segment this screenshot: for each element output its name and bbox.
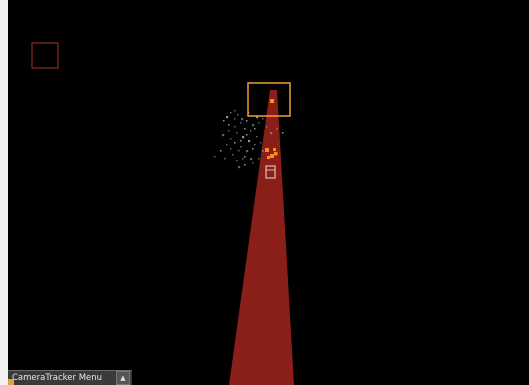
cloud-point — [258, 158, 260, 160]
reference-marker-box[interactable] — [31, 42, 59, 69]
3d-viewport[interactable]: CameraTracker Menu ▲ — [8, 0, 529, 385]
cloud-point — [237, 114, 239, 116]
cloud-point — [234, 142, 236, 144]
cloud-point — [246, 150, 249, 153]
cloud-point — [242, 158, 244, 160]
cloud-point — [252, 162, 254, 164]
tracked-point[interactable] — [270, 154, 274, 158]
cloud-point — [244, 156, 246, 158]
camera-frustum-cone[interactable] — [229, 90, 294, 385]
cloud-point — [240, 140, 242, 142]
cloud-point — [250, 130, 252, 132]
cloud-point — [234, 126, 236, 128]
tracked-point[interactable] — [270, 99, 274, 103]
cloud-point — [240, 122, 242, 124]
cloud-point — [230, 138, 232, 140]
cloud-point — [224, 158, 226, 160]
cloud-point — [246, 120, 248, 122]
tracked-point[interactable] — [265, 148, 269, 152]
cloud-point — [248, 140, 251, 143]
cloud-point — [223, 120, 225, 122]
triangle-up-icon[interactable]: ▲ — [116, 371, 130, 385]
cloud-point — [256, 136, 258, 138]
cloud-point — [226, 116, 229, 119]
cloud-point — [260, 142, 262, 144]
cloud-point — [262, 150, 264, 152]
cloud-point — [230, 112, 232, 114]
tracked-point[interactable] — [267, 156, 270, 159]
cloud-point — [234, 118, 236, 120]
cloud-point — [250, 158, 253, 161]
cloud-point — [282, 132, 284, 134]
cloud-point — [220, 150, 222, 152]
cloud-point — [246, 134, 248, 136]
cloud-point — [234, 110, 236, 112]
cameratracker-menu-bar[interactable]: CameraTracker Menu ▲ — [8, 370, 132, 385]
cloud-point — [244, 128, 246, 130]
cloud-point — [232, 154, 234, 156]
cloud-point — [276, 128, 278, 130]
left-panel-edge — [0, 0, 8, 385]
tracked-point[interactable] — [273, 148, 276, 151]
cloud-point — [230, 148, 232, 150]
cloud-point — [262, 118, 264, 120]
cloud-point — [214, 156, 216, 158]
tracked-point[interactable] — [274, 152, 278, 156]
cloud-point — [266, 126, 268, 128]
menu-corner-accent — [8, 379, 14, 385]
cloud-point — [226, 144, 228, 146]
cameratracker-menu-label[interactable]: CameraTracker Menu — [8, 371, 116, 385]
cloud-point — [222, 134, 225, 137]
cloud-point — [270, 132, 273, 135]
cloud-point — [236, 160, 238, 162]
cloud-point — [252, 148, 254, 150]
cloud-point — [254, 144, 256, 146]
cloud-point — [241, 118, 244, 121]
cloud-point — [240, 146, 242, 148]
cloud-point — [254, 128, 256, 130]
cloud-point — [242, 136, 245, 139]
scene-canvas[interactable] — [8, 0, 529, 385]
cloud-point — [252, 124, 255, 127]
cloud-point — [228, 130, 230, 132]
cloud-point — [236, 132, 238, 134]
cloud-point — [258, 122, 260, 124]
cloud-point — [238, 150, 240, 152]
cloud-point — [238, 166, 241, 169]
cloud-point — [228, 124, 230, 126]
cloud-point — [244, 164, 246, 166]
